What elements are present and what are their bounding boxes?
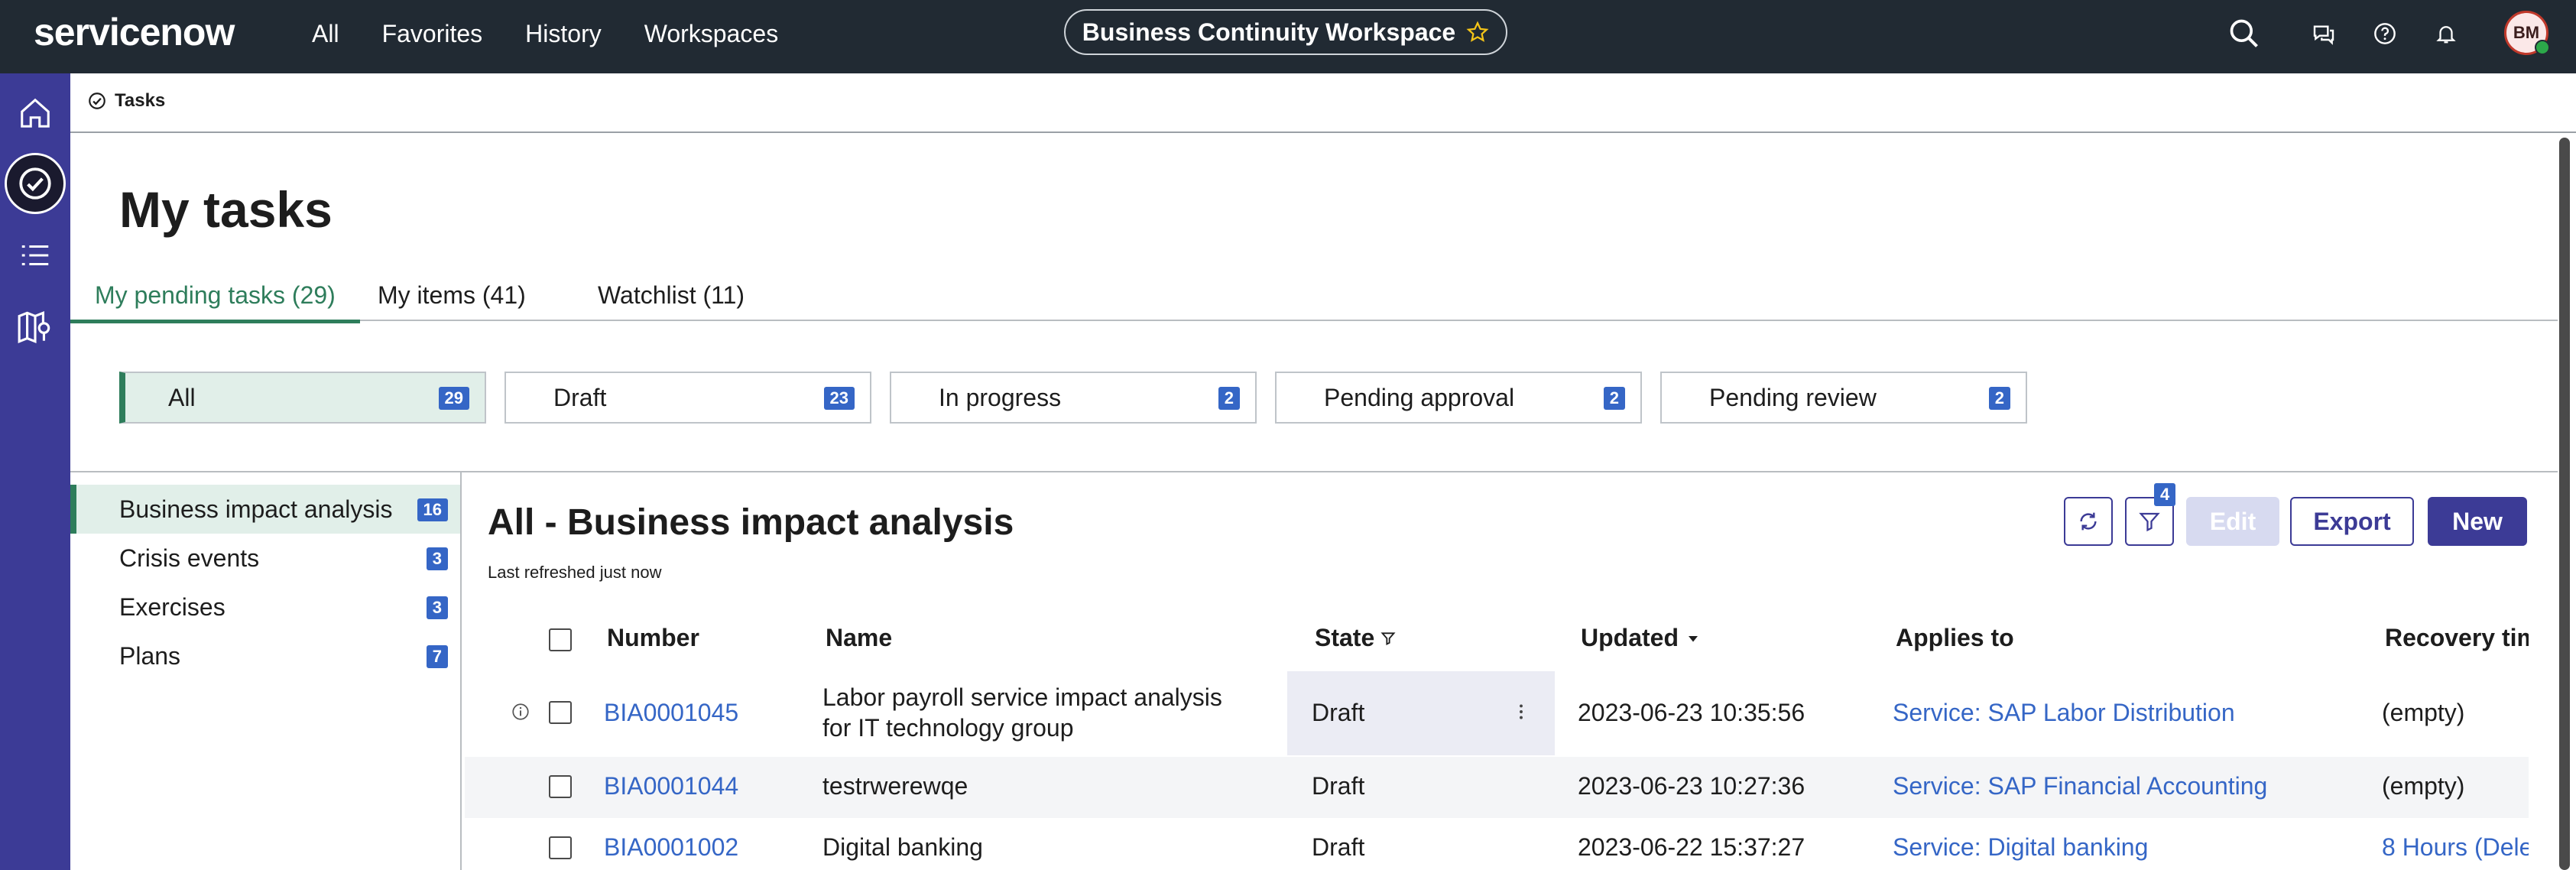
- table-viewport: Number Name State Updated Applies to Rec…: [465, 0, 2529, 870]
- record-updated: 2023-06-23 10:35:56: [1578, 699, 1805, 726]
- record-applies-to-link[interactable]: Service: SAP Financial Accounting: [1893, 772, 2267, 800]
- record-updated: 2023-06-23 10:27:36: [1578, 772, 1805, 800]
- nav-all[interactable]: All: [312, 0, 339, 67]
- record-state: Draft: [1312, 699, 1365, 726]
- left-rail: [0, 73, 70, 870]
- category-count-badge: 16: [417, 498, 448, 521]
- filter-card-all[interactable]: All 29: [119, 372, 486, 424]
- category-count-badge: 3: [426, 596, 448, 619]
- filter-icon: [1380, 631, 1396, 645]
- category-label: Exercises: [119, 593, 225, 621]
- tasks-icon[interactable]: [5, 153, 66, 214]
- column-header-state-label: State: [1315, 624, 1375, 651]
- category-business-impact-analysis[interactable]: Business impact analysis 16: [70, 485, 460, 534]
- record-applies-to-link[interactable]: Service: SAP Labor Distribution: [1893, 699, 2235, 727]
- record-number-link[interactable]: BIA0001002: [604, 833, 738, 862]
- record-number-link[interactable]: BIA0001045: [604, 699, 738, 727]
- breadcrumb[interactable]: Tasks: [87, 90, 165, 112]
- record-name-line: Labor payroll service impact analysis: [822, 683, 1222, 711]
- record-recovery-time: (empty): [2382, 699, 2465, 726]
- category-plans[interactable]: Plans 7: [70, 631, 460, 680]
- sort-descending-icon: [1689, 635, 1698, 641]
- filter-label: All: [168, 384, 196, 411]
- category-list: Business impact analysis 16 Crisis event…: [70, 472, 462, 870]
- row-checkbox[interactable]: [549, 701, 572, 724]
- page-title: My tasks: [119, 181, 333, 238]
- column-header-recovery-time[interactable]: Recovery tim: [2385, 624, 2529, 652]
- info-icon[interactable]: [511, 702, 530, 722]
- record-recovery-time-link[interactable]: 8 Hours (Dele: [2382, 833, 2529, 862]
- category-label: Crisis events: [119, 544, 260, 572]
- check-circle-icon: [89, 93, 105, 109]
- column-header-number[interactable]: Number: [607, 624, 699, 652]
- home-icon[interactable]: [11, 89, 60, 138]
- category-label: Business impact analysis: [119, 495, 393, 523]
- category-label: Plans: [119, 642, 181, 670]
- row-checkbox[interactable]: [549, 836, 572, 859]
- category-crisis-events[interactable]: Crisis events 3: [70, 534, 460, 583]
- row-checkbox[interactable]: [549, 775, 572, 798]
- record-state: Draft: [1312, 833, 1365, 861]
- breadcrumb-label: Tasks: [115, 90, 166, 111]
- record-recovery-time: (empty): [2382, 772, 2465, 800]
- list-icon[interactable]: [11, 231, 60, 280]
- vertical-scrollbar[interactable]: [2559, 138, 2570, 870]
- record-state: Draft: [1312, 772, 1365, 800]
- category-count-badge: 7: [426, 645, 448, 668]
- select-all-checkbox[interactable]: [549, 628, 572, 651]
- column-header-name[interactable]: Name: [826, 624, 892, 652]
- more-options-icon[interactable]: [1517, 702, 1526, 722]
- servicenow-logo[interactable]: servicenow: [34, 8, 235, 57]
- tab-my-pending-tasks[interactable]: My pending tasks (29): [70, 278, 360, 323]
- category-count-badge: 3: [426, 547, 448, 570]
- column-header-applies-to[interactable]: Applies to: [1896, 624, 2014, 652]
- record-name-line: for IT technology group: [822, 714, 1074, 742]
- record-applies-to-link[interactable]: Service: Digital banking: [1893, 833, 2148, 862]
- column-header-updated-label: Updated: [1581, 624, 1679, 651]
- column-header-state[interactable]: State: [1315, 624, 1396, 652]
- record-name-line: Digital banking: [822, 833, 983, 861]
- record-updated: 2023-06-22 15:37:27: [1578, 833, 1805, 861]
- record-number-link[interactable]: BIA0001044: [604, 772, 738, 800]
- record-name-line: testrwerewqe: [822, 772, 968, 800]
- presence-dot: [2535, 40, 2550, 55]
- map-icon[interactable]: [11, 303, 60, 352]
- column-header-updated[interactable]: Updated: [1581, 624, 1700, 652]
- category-exercises[interactable]: Exercises 3: [70, 583, 460, 631]
